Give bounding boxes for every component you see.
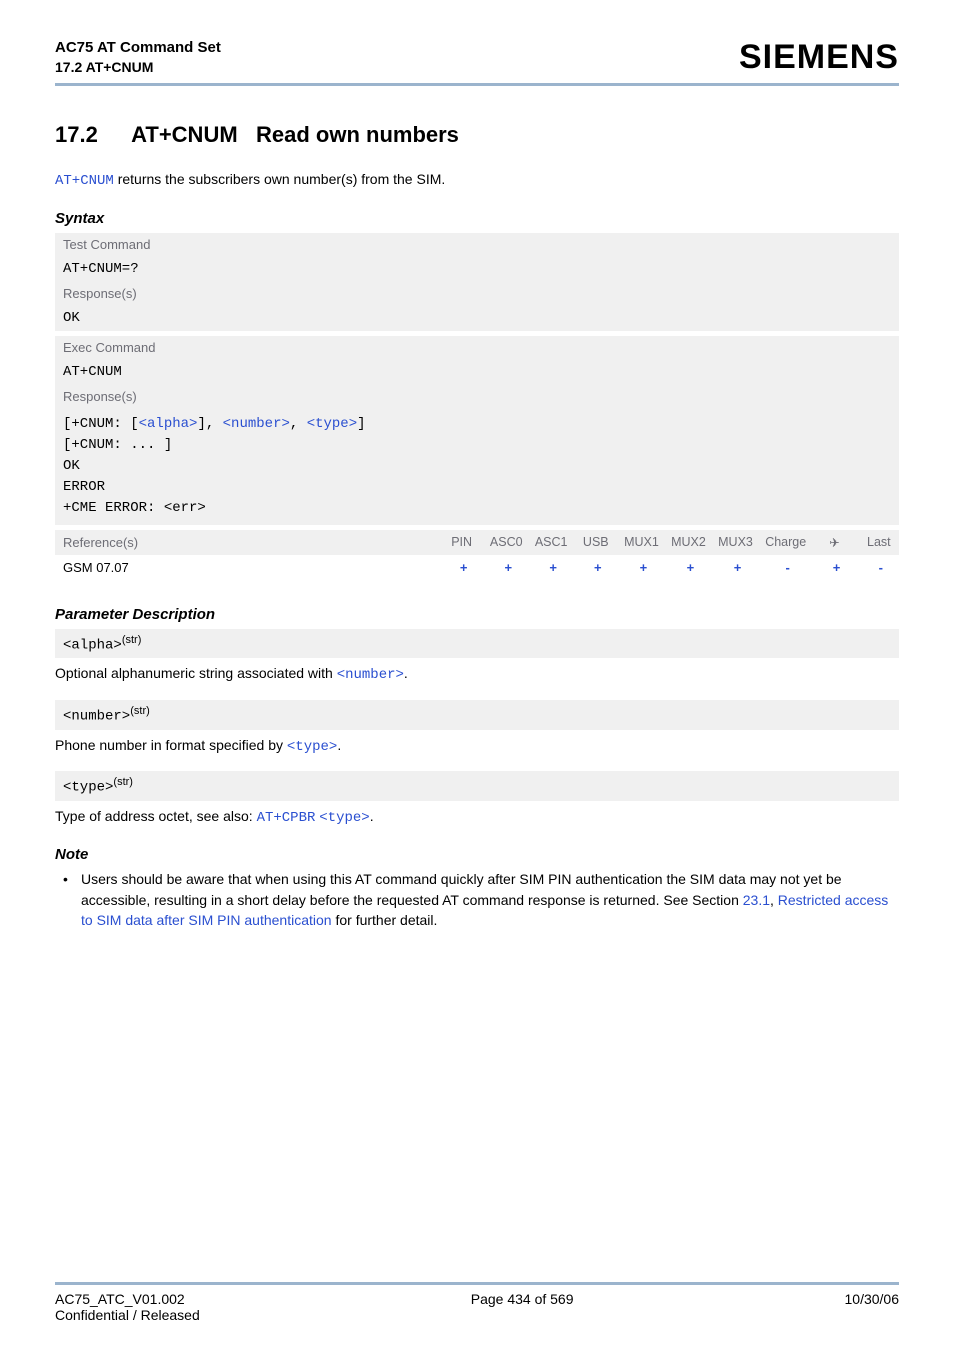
col-last: Last: [855, 530, 899, 555]
resp-close: ]: [357, 416, 365, 432]
intro-paragraph: AT+CNUM returns the subscribers own numb…: [55, 170, 899, 192]
number-desc-link[interactable]: <type>: [287, 739, 337, 755]
param-alpha-head: <alpha>(str): [55, 629, 899, 659]
val-charge: -: [757, 555, 810, 580]
resp-cnum: +CNUM:: [71, 416, 130, 432]
resp-alpha-link[interactable]: <alpha>: [139, 416, 198, 432]
number-desc-post: .: [337, 737, 341, 753]
section-name: Read own numbers: [256, 122, 459, 147]
alpha-desc-post: .: [404, 665, 408, 681]
note-post: for further detail.: [332, 912, 438, 928]
exec-command-code: AT+CNUM: [55, 359, 899, 385]
col-asc0: ASC0: [482, 530, 527, 555]
response-label-2: Response(s): [55, 385, 899, 408]
resp-line-5: +CME ERROR: <err>: [63, 498, 891, 519]
col-airplane-icon: ✈: [810, 530, 854, 555]
response-label-1: Response(s): [55, 282, 899, 305]
col-mux1: MUX1: [616, 530, 663, 555]
footer-right: 10/30/06: [845, 1291, 900, 1323]
intro-cmd-link[interactable]: AT+CNUM: [55, 173, 114, 189]
val-asc1: +: [527, 555, 572, 580]
note-pre: Users should be aware that when using th…: [81, 871, 842, 907]
col-mux2: MUX2: [663, 530, 710, 555]
alpha-desc-link[interactable]: <number>: [337, 667, 404, 683]
section-cmd: AT+CNUM: [131, 122, 238, 147]
val-mux2: +: [663, 555, 710, 580]
syntax-heading: Syntax: [55, 210, 899, 227]
intro-text: returns the subscribers own number(s) fr…: [114, 171, 445, 187]
val-plane: +: [810, 555, 854, 580]
resp-c1: ],: [197, 416, 222, 432]
param-number-head: <number>(str): [55, 700, 899, 730]
resp-number-link[interactable]: <number>: [223, 416, 290, 432]
page-header: AC75 AT Command Set 17.2 AT+CNUM SIEMENS: [55, 38, 899, 86]
section-heading: 17.2 AT+CNUM Read own numbers: [55, 122, 899, 148]
param-type-sup: (str): [113, 776, 133, 788]
note-item: Users should be aware that when using th…: [59, 869, 899, 930]
param-alpha-name: <alpha>: [63, 637, 122, 653]
resp-line-3: OK: [63, 456, 891, 477]
col-charge: Charge: [757, 530, 810, 555]
number-desc-pre: Phone number in format specified by: [55, 737, 287, 753]
val-mux1: +: [616, 555, 663, 580]
footer-version: AC75_ATC_V01.002: [55, 1291, 200, 1307]
alpha-desc-pre: Optional alphanumeric string associated …: [55, 665, 337, 681]
test-command-label: Test Command: [55, 233, 899, 256]
col-mux3: MUX3: [710, 530, 757, 555]
response-ok-1: OK: [55, 305, 899, 331]
type-desc-pre: Type of address octet, see also:: [55, 808, 257, 824]
param-type-head: <type>(str): [55, 771, 899, 801]
footer-left: AC75_ATC_V01.002 Confidential / Released: [55, 1291, 200, 1323]
val-usb: +: [572, 555, 616, 580]
type-desc-post: .: [370, 808, 374, 824]
note-link1[interactable]: 23.1: [743, 892, 770, 908]
footer-center: Page 434 of 569: [471, 1291, 574, 1323]
param-alpha-desc: Optional alphanumeric string associated …: [55, 658, 899, 700]
doc-title: AC75 AT Command Set: [55, 38, 221, 58]
val-pin: +: [437, 555, 481, 580]
resp-c2: ,: [290, 416, 307, 432]
resp-type-link[interactable]: <type>: [307, 416, 357, 432]
exec-command-label: Exec Command: [55, 336, 899, 359]
footer-confidential: Confidential / Released: [55, 1307, 200, 1323]
col-asc1: ASC1: [527, 530, 572, 555]
param-heading: Parameter Description: [55, 606, 899, 623]
resp-line-2: [+CNUM: ... ]: [63, 435, 891, 456]
param-type-desc: Type of address octet, see also: AT+CPBR…: [55, 801, 899, 843]
doc-subtitle: 17.2 AT+CNUM: [55, 58, 221, 77]
type-desc-link2[interactable]: <type>: [319, 810, 369, 826]
param-alpha-sup: (str): [122, 634, 142, 646]
reftable-header-row: Reference(s) PIN ASC0 ASC1 USB MUX1 MUX2…: [55, 530, 899, 555]
test-command-code: AT+CNUM=?: [55, 256, 899, 282]
resp-line-4: ERROR: [63, 477, 891, 498]
param-type-name: <type>: [63, 780, 113, 796]
section-number: 17.2: [55, 122, 98, 148]
type-desc-link1[interactable]: AT+CPBR: [257, 810, 316, 826]
header-left: AC75 AT Command Set 17.2 AT+CNUM: [55, 38, 221, 77]
refs-label: Reference(s): [55, 530, 437, 555]
col-pin: PIN: [437, 530, 481, 555]
note-mid: ,: [770, 892, 778, 908]
page-footer: AC75_ATC_V01.002 Confidential / Released…: [55, 1282, 899, 1323]
siemens-logo: SIEMENS: [739, 38, 899, 77]
resp-line-1: [+CNUM: [<alpha>], <number>, <type>]: [63, 414, 891, 435]
param-number-name: <number>: [63, 709, 130, 725]
val-asc0: +: [482, 555, 527, 580]
param-number-desc: Phone number in format specified by <typ…: [55, 730, 899, 772]
reference-table: Reference(s) PIN ASC0 ASC1 USB MUX1 MUX2…: [55, 530, 899, 580]
reftable-body-row: GSM 07.07 + + + + + + + - + -: [55, 555, 899, 580]
note-heading: Note: [55, 846, 899, 863]
col-usb: USB: [572, 530, 616, 555]
ref-gsm: GSM 07.07: [55, 555, 437, 580]
val-last: -: [855, 555, 899, 580]
note-list: Users should be aware that when using th…: [59, 869, 899, 930]
exec-response-block: [+CNUM: [<alpha>], <number>, <type>] [+C…: [55, 408, 899, 525]
param-number-sup: (str): [130, 705, 150, 717]
val-mux3: +: [710, 555, 757, 580]
